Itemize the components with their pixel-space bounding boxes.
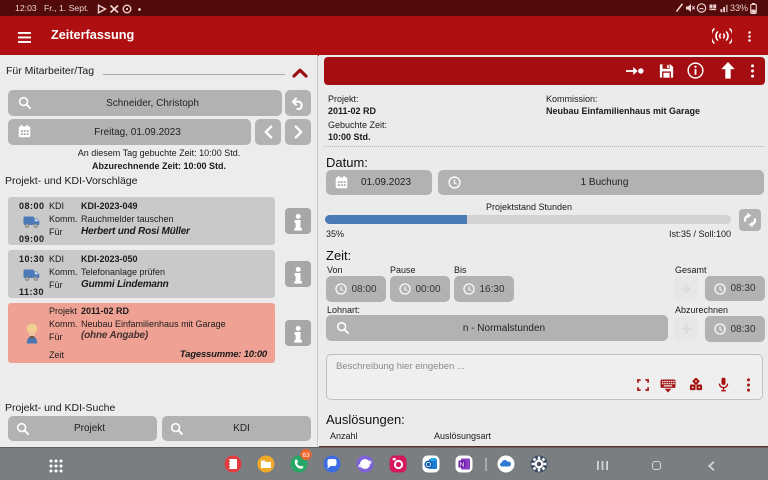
svg-text:N: N [460,462,465,469]
svg-text:O: O [426,462,432,469]
svg-text:63: 63 [302,452,310,459]
